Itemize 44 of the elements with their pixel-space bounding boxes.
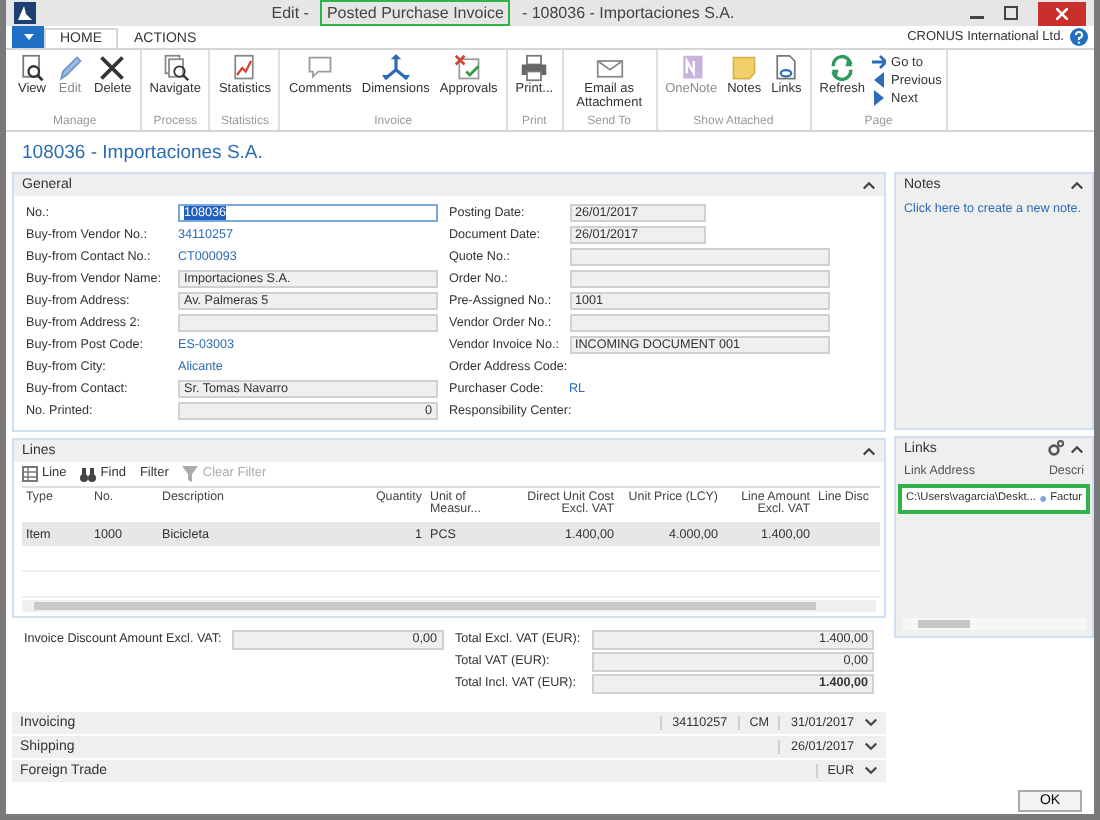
sticky-note-icon: [730, 54, 759, 82]
expand-caret-icon[interactable]: [864, 742, 878, 753]
window-title: Edit -: [269, 2, 311, 26]
collapse-caret-icon[interactable]: [862, 445, 876, 456]
horizontal-scrollbar[interactable]: [22, 600, 876, 613]
navigate-icon: [161, 54, 190, 82]
page-title: 108036 - Importaciones S.A.: [20, 139, 265, 168]
printer-icon: [520, 54, 549, 82]
input-field[interactable]: [178, 313, 438, 332]
close-button[interactable]: [1038, 1, 1086, 25]
arrows-icon: [381, 54, 410, 82]
input-field[interactable]: [569, 313, 829, 332]
speech-bubble-icon: [306, 54, 335, 82]
chart-icon: [230, 54, 259, 82]
window-title: - 108036 - Importaciones S.A.: [519, 2, 737, 26]
triangle-left-icon: [871, 72, 886, 88]
expand-caret-icon[interactable]: [864, 766, 878, 777]
binoculars-icon: [80, 465, 97, 482]
horizontal-scrollbar[interactable]: [902, 617, 1086, 630]
refresh-icon: [828, 54, 857, 82]
help-icon[interactable]: [1070, 28, 1088, 46]
caret-icon: [23, 34, 33, 40]
window-title: Posted Purchase Invoice: [320, 0, 510, 26]
input-field[interactable]: [569, 269, 829, 288]
collapse-caret-icon[interactable]: [862, 179, 876, 190]
arrow-right-icon: [871, 54, 886, 70]
maximize-icon[interactable]: [1004, 6, 1018, 20]
approvals-icon: [454, 54, 483, 82]
delete-icon: [98, 54, 127, 82]
expand-caret-icon[interactable]: [864, 718, 878, 729]
input-field[interactable]: [569, 247, 829, 266]
app-menu-button[interactable]: [12, 26, 44, 48]
onenote-icon: [677, 54, 706, 82]
collapse-caret-icon[interactable]: [1070, 179, 1084, 190]
pencil-icon: [56, 54, 84, 82]
view-icon: [18, 54, 46, 82]
app-logo-icon: [14, 2, 36, 24]
gear-icon[interactable]: [1048, 440, 1064, 457]
chain-document-icon: [772, 54, 801, 82]
close-icon: [1056, 7, 1068, 19]
grid-icon: [22, 465, 38, 482]
envelope-icon: [595, 54, 624, 82]
collapse-caret-icon[interactable]: [1070, 443, 1084, 454]
triangle-right-icon: [871, 90, 886, 106]
